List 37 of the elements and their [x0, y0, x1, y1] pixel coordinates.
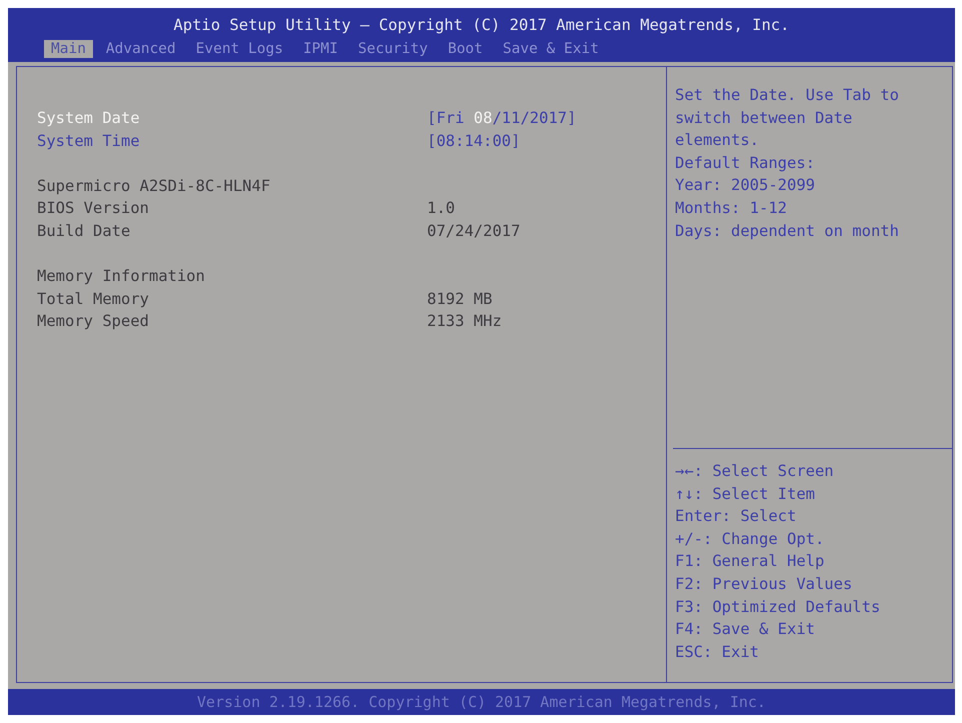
- help-text: Default Ranges:: [675, 152, 815, 174]
- key-hint: ESC: Exit: [675, 642, 759, 663]
- key-hint: ↑↓: Select Item: [675, 484, 815, 505]
- key-hint: F4: Save & Exit: [675, 619, 815, 640]
- help-text: Days: dependent on month: [675, 220, 899, 242]
- version-text: Version 2.19.1266. Copyright (C) 2017 American Megatrends, Inc.: [197, 693, 766, 711]
- info-value: 8192 MB: [427, 288, 492, 310]
- key-hint: +/-: Change Opt.: [675, 528, 824, 550]
- setting-value[interactable]: [08:14:00]: [427, 130, 520, 152]
- info-value: 1.0: [427, 198, 455, 220]
- setting-label[interactable]: System Date: [37, 107, 140, 130]
- key-hint: F1: General Help: [675, 551, 824, 572]
- info-label: Memory Information: [37, 266, 205, 288]
- menu-tab[interactable]: Main: [44, 40, 93, 58]
- key-hint: →←: Select Screen: [675, 461, 834, 482]
- info-label: Memory Speed: [37, 311, 149, 332]
- menu-tab[interactable]: Boot: [440, 40, 490, 58]
- setting-value[interactable]: [Fri 08/11/2017]: [427, 107, 576, 130]
- window-title: Aptio Setup Utility – Copyright (C) 2017 American Megatrends, Inc.: [172, 15, 790, 36]
- info-label: BIOS Version: [37, 198, 149, 220]
- info-value: 07/24/2017: [427, 220, 520, 242]
- menu-tab[interactable]: Advanced: [98, 40, 183, 58]
- help-text: Set the Date. Use Tab to switch between Date elements.: [675, 85, 900, 152]
- menu-tab[interactable]: Save & Exit: [496, 40, 606, 58]
- help-text: Months: 1-12: [675, 198, 787, 219]
- key-hint: F3: Optimized Defaults: [675, 596, 880, 618]
- setting-label[interactable]: System Time: [37, 130, 140, 152]
- menu-tab[interactable]: IPMI: [296, 40, 345, 58]
- key-hint: F2: Previous Values: [675, 574, 852, 595]
- menu-tab[interactable]: Security: [351, 40, 435, 58]
- key-hint: Enter: Select: [675, 506, 796, 528]
- info-value: 2133 MHz: [427, 311, 502, 332]
- info-label: Supermicro A2SDi-8C-HLN4F: [37, 176, 270, 197]
- help-text: Year: 2005-2099: [675, 175, 815, 196]
- menu-tab[interactable]: Event Logs: [188, 40, 290, 58]
- info-label: Total Memory: [37, 288, 149, 310]
- info-label: Build Date: [37, 220, 130, 242]
